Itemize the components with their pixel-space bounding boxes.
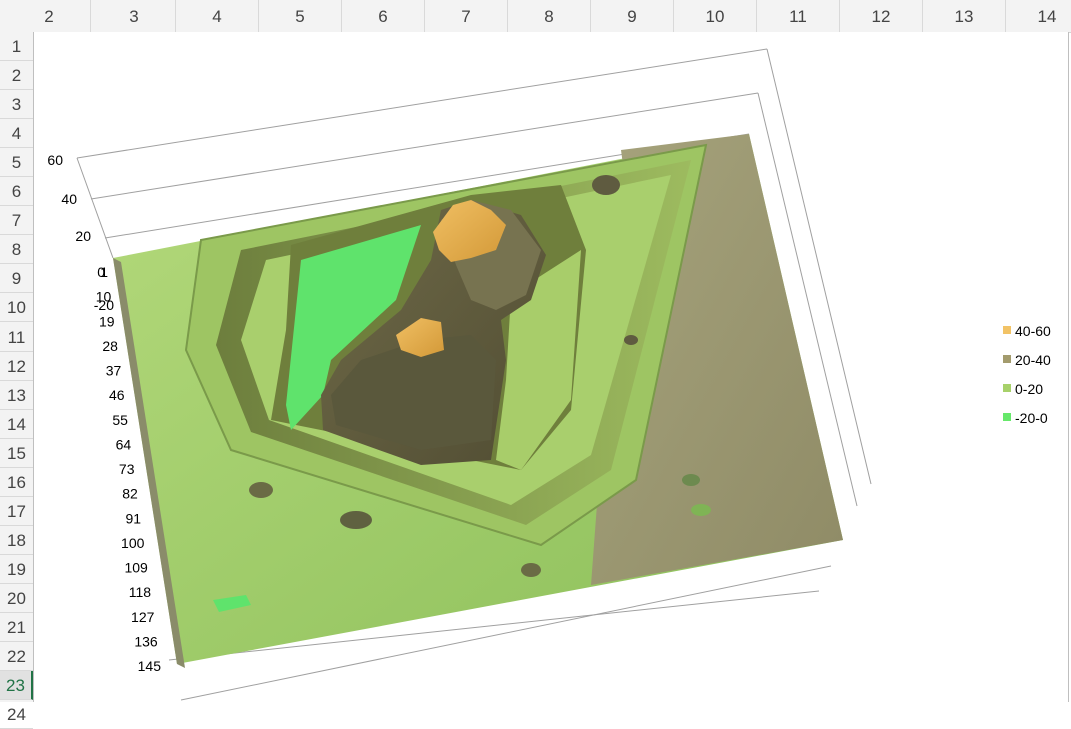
row-header-7[interactable]: 7 <box>0 206 33 236</box>
row-header-21[interactable]: 21 <box>0 613 33 643</box>
z-axis-labels: 0204060 <box>47 152 105 280</box>
depth-tick-label: 127 <box>131 609 155 625</box>
column-header-4[interactable]: 4 <box>176 0 259 32</box>
column-header-7[interactable]: 7 <box>425 0 508 32</box>
legend-swatch <box>1003 355 1011 363</box>
legend-swatch <box>1003 326 1011 334</box>
row-header-11[interactable]: 11 <box>0 323 33 352</box>
column-header-5[interactable]: 5 <box>259 0 342 32</box>
column-header-12[interactable]: 12 <box>840 0 923 32</box>
chart-area[interactable]: 0 20 40 60 1 10 19 28 37 46 55 64 73 82 91 100 109 118 12… <box>33 32 1069 702</box>
column-header-11[interactable]: 11 <box>757 0 840 32</box>
depth-tick-label: 145 <box>138 658 162 674</box>
extra-tick-label: -20 <box>94 297 114 313</box>
row-header-12[interactable]: 12 <box>0 352 33 381</box>
z-tick-label: 40 <box>61 191 77 207</box>
depth-tick-label: 91 <box>126 510 142 526</box>
depth-tick-label: 19 <box>99 313 115 329</box>
row-header-1[interactable]: 1 <box>0 32 33 62</box>
row-header-6[interactable]: 6 <box>0 177 33 207</box>
row-header-bar: 1 2 3 4 5 6 7 8 9 10 11 12 13 14 15 16 17 18 19 20 21 22 23 24 <box>0 32 34 729</box>
row-header-18[interactable]: 18 <box>0 526 33 555</box>
z-tick-label: 20 <box>75 228 91 244</box>
row-header-2[interactable]: 2 <box>0 61 33 91</box>
depth-tick-label: 100 <box>121 535 145 551</box>
depth-tick-label: 73 <box>119 461 135 477</box>
row-header-22[interactable]: 22 <box>0 642 33 672</box>
row-header-14[interactable]: 14 <box>0 410 33 439</box>
row-header-3[interactable]: 3 <box>0 90 33 120</box>
depth-tick-label: 136 <box>134 633 158 649</box>
surface-chart[interactable]: 0204060 11019283746556473829110010911812… <box>34 32 1068 702</box>
row-header-4[interactable]: 4 <box>0 119 33 149</box>
row-header-23[interactable]: 23 <box>0 671 33 701</box>
row-header-13[interactable]: 13 <box>0 381 33 410</box>
z-tick-label: 60 <box>47 152 63 168</box>
row-header-5[interactable]: 5 <box>0 148 33 178</box>
row-header-10[interactable]: 10 <box>0 293 33 323</box>
column-header-14[interactable]: 14 <box>1006 0 1071 32</box>
row-header-15[interactable]: 15 <box>0 439 33 468</box>
legend-label: 0-20 <box>1015 381 1043 397</box>
column-header-13[interactable]: 13 <box>923 0 1006 32</box>
legend-swatch <box>1003 384 1011 392</box>
column-header-6[interactable]: 6 <box>342 0 425 32</box>
legend-label: 40-60 <box>1015 323 1051 339</box>
chart-legend[interactable]: 40-60 20-40 0-20 -20-0 <box>1003 323 1051 426</box>
column-header-9[interactable]: 9 <box>591 0 674 32</box>
depth-tick-label: 64 <box>116 436 132 452</box>
legend-label: 20-40 <box>1015 352 1051 368</box>
depth-tick-label: 55 <box>112 412 128 428</box>
column-header-3[interactable]: 3 <box>93 0 176 32</box>
depth-tick-label: 28 <box>102 338 118 354</box>
depth-tick-label: 46 <box>109 387 125 403</box>
row-header-17[interactable]: 17 <box>0 497 33 526</box>
column-header-bar: 2 3 4 5 6 7 8 9 10 11 12 13 14 <box>0 0 1071 33</box>
depth-tick-label: 82 <box>122 486 138 502</box>
row-header-24[interactable]: 24 <box>0 700 33 729</box>
column-header-2[interactable]: 2 <box>8 0 91 32</box>
row-header-20[interactable]: 20 <box>0 584 33 613</box>
spreadsheet: 2 3 4 5 6 7 8 9 10 11 12 13 14 1 2 3 4 5 6 7 8 9 10 11 12 13 14 15… <box>0 0 1071 729</box>
column-header-10[interactable]: 10 <box>674 0 757 32</box>
depth-tick-label: 37 <box>106 363 122 379</box>
terrain-surface <box>113 134 843 668</box>
row-header-16[interactable]: 16 <box>0 468 33 497</box>
row-header-8[interactable]: 8 <box>0 235 33 265</box>
depth-tick-label: 118 <box>129 584 152 600</box>
legend-label: -20-0 <box>1015 410 1048 426</box>
column-header-8[interactable]: 8 <box>508 0 591 32</box>
depth-tick-label: 1 <box>100 264 108 280</box>
row-header-9[interactable]: 9 <box>0 264 33 294</box>
depth-tick-label: 109 <box>124 560 148 576</box>
legend-swatch <box>1003 413 1011 421</box>
row-header-19[interactable]: 19 <box>0 555 33 584</box>
